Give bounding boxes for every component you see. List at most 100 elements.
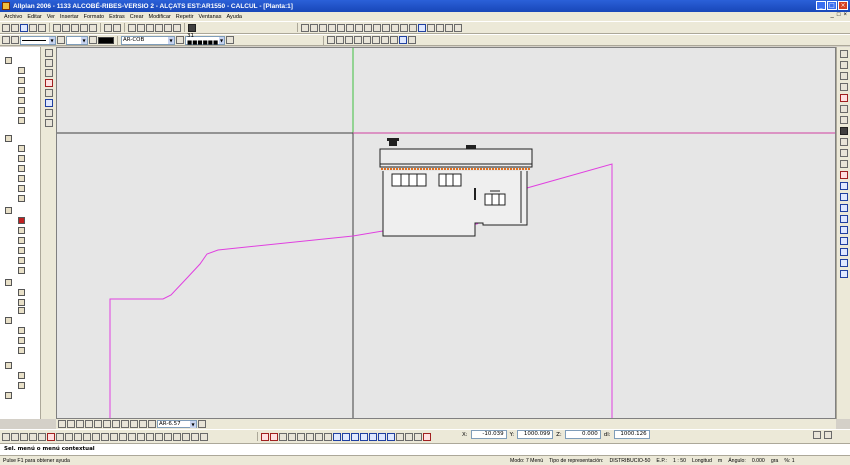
length-unit[interactable]: m — [715, 458, 725, 464]
zoom-in-icon[interactable] — [67, 420, 75, 428]
wizard-icon[interactable] — [839, 138, 848, 146]
modify-3-icon[interactable] — [279, 432, 287, 441]
grid-icon[interactable] — [390, 36, 398, 44]
modify-2-icon[interactable] — [270, 432, 278, 441]
doc-restore-button[interactable]: □ — [837, 12, 841, 18]
tree-item[interactable] — [18, 267, 25, 274]
open-file-icon[interactable] — [11, 23, 19, 32]
modify-14-icon[interactable] — [378, 432, 386, 441]
rotate-icon[interactable] — [155, 432, 163, 441]
palette-icon[interactable] — [839, 160, 848, 168]
menu-crear[interactable]: Crear — [130, 14, 144, 20]
tree-item[interactable] — [5, 392, 12, 399]
modify-4-icon[interactable] — [288, 432, 296, 441]
modify-18-icon[interactable] — [414, 432, 422, 441]
expand-icon[interactable] — [2, 36, 10, 44]
drawing-canvas[interactable] — [56, 47, 836, 419]
tree-item[interactable] — [18, 97, 25, 104]
arc-icon[interactable] — [382, 23, 390, 32]
blue-tool-6-icon[interactable] — [839, 237, 848, 245]
tree-item[interactable] — [18, 217, 25, 224]
view-icon-1[interactable] — [58, 420, 66, 428]
bend-icon[interactable] — [409, 23, 417, 32]
tree-item[interactable] — [18, 107, 25, 114]
view-icon[interactable] — [408, 36, 416, 44]
tree-item[interactable] — [18, 77, 25, 84]
tree-item[interactable] — [5, 317, 12, 324]
scale-tool-icon[interactable] — [146, 432, 154, 441]
sigma-icon[interactable] — [45, 119, 53, 127]
blue-tool-7-icon[interactable] — [839, 248, 848, 256]
view-mode-icon[interactable] — [148, 420, 156, 428]
drawing-svg[interactable] — [57, 48, 836, 419]
copy-move-icon[interactable] — [200, 432, 208, 441]
new-file-icon[interactable] — [2, 23, 10, 32]
parallel-icon[interactable] — [74, 432, 82, 441]
column-icon[interactable] — [336, 36, 344, 44]
tree-item[interactable] — [18, 307, 25, 314]
properties-icon[interactable] — [128, 23, 136, 32]
pattern-icon[interactable] — [436, 23, 444, 32]
tree-item[interactable] — [18, 372, 25, 379]
modify-8-icon[interactable] — [324, 432, 332, 441]
track-icon[interactable] — [839, 61, 848, 69]
stairs-icon[interactable] — [372, 36, 380, 44]
blue-tool-9-icon[interactable] — [839, 270, 848, 278]
explorer-icon[interactable] — [155, 23, 163, 32]
library-icon[interactable] — [839, 149, 848, 157]
doc-minimize-button[interactable]: _ — [831, 12, 834, 18]
print-icon[interactable] — [29, 23, 37, 32]
doc-close-button[interactable]: × — [843, 12, 847, 18]
blue-tool-1-icon[interactable] — [839, 182, 848, 190]
split-icon[interactable] — [47, 432, 55, 441]
bisect-icon[interactable] — [20, 432, 28, 441]
wall-icon[interactable] — [327, 36, 335, 44]
blue-tool-2-icon[interactable] — [839, 193, 848, 201]
pen-thickness-icon[interactable] — [11, 36, 19, 44]
representation-value[interactable]: DISTRIBUCIO-50 — [606, 458, 653, 464]
dl-field[interactable]: 1000.126 — [613, 430, 650, 439]
line-color-icon[interactable] — [89, 36, 97, 44]
modify-15-icon[interactable] — [387, 432, 395, 441]
curve-icon[interactable] — [391, 23, 399, 32]
tree-item[interactable] — [18, 337, 25, 344]
zoom-combo[interactable]: AR-6.57 ▼ — [157, 420, 197, 428]
modify-13-icon[interactable] — [369, 432, 377, 441]
tree-item[interactable] — [18, 382, 25, 389]
modify-10-icon[interactable] — [342, 432, 350, 441]
pen-thickness-combo[interactable]: ▼ — [20, 35, 56, 45]
fillet-icon[interactable] — [83, 432, 91, 441]
break-icon[interactable] — [101, 432, 109, 441]
slab-icon[interactable] — [354, 36, 362, 44]
tree-item[interactable] — [5, 207, 12, 214]
menu-editar[interactable]: Editar — [27, 14, 41, 20]
zoom-out-icon[interactable] — [76, 420, 84, 428]
line-color-swatch[interactable] — [98, 36, 114, 44]
tree-item[interactable] — [18, 87, 25, 94]
circle-3pt-icon[interactable] — [355, 23, 363, 32]
hatch-icon[interactable] — [427, 23, 435, 32]
measure-icon[interactable] — [839, 105, 848, 113]
polyline-entry-icon[interactable] — [2, 432, 10, 441]
copy-tool-icon[interactable] — [45, 109, 53, 117]
pen-brush-icon[interactable] — [226, 36, 234, 44]
menu-ayuda[interactable]: Ayuda — [226, 14, 242, 20]
delete-icon[interactable] — [89, 23, 97, 32]
elevation-icon[interactable] — [839, 116, 848, 124]
next-view-icon[interactable] — [130, 420, 138, 428]
maximize-button[interactable]: □ — [827, 1, 837, 10]
layer-icon[interactable] — [45, 89, 53, 97]
angle-unit[interactable]: gra — [768, 458, 782, 464]
zoom-minus-icon[interactable] — [85, 420, 93, 428]
clothoid-icon[interactable] — [400, 23, 408, 32]
align-icon[interactable] — [137, 432, 145, 441]
menu-insertar[interactable]: Insertar — [60, 14, 79, 20]
chevron-down-icon[interactable]: ▼ — [168, 36, 174, 44]
modify-9-icon[interactable] — [333, 432, 341, 441]
scale-value[interactable]: 1 : 50 — [670, 458, 689, 464]
close-button[interactable]: × — [838, 1, 848, 10]
zoom-plus-icon[interactable] — [94, 420, 102, 428]
modify-1-icon[interactable] — [261, 432, 269, 441]
save-icon[interactable] — [20, 23, 28, 32]
tree-item[interactable] — [5, 279, 12, 286]
